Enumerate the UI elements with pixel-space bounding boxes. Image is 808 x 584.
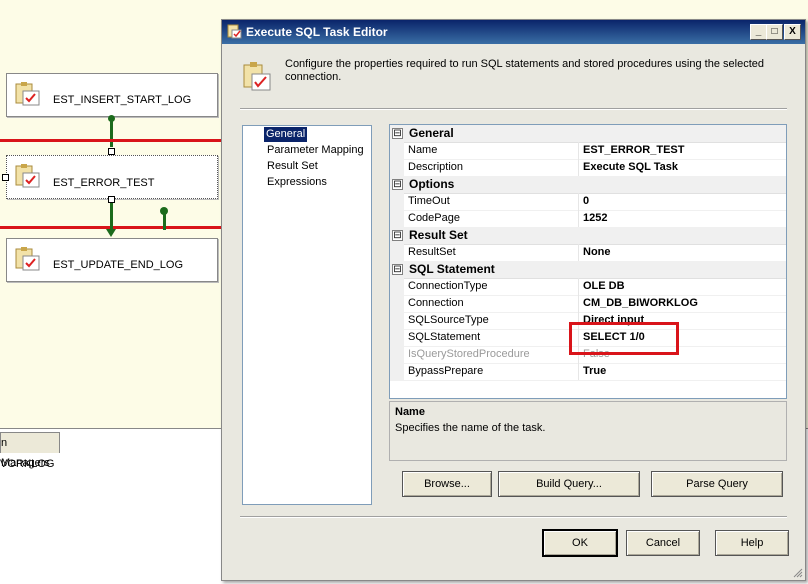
sql-task-icon xyxy=(15,82,40,106)
execute-sql-task-editor-dialog: Execute SQL Task Editor _ □ X Configure … xyxy=(221,19,806,581)
task-est-insert-start-log[interactable]: EST_INSERT_START_LOG xyxy=(6,73,218,117)
collapse-icon[interactable]: ⊟ xyxy=(392,128,403,139)
dialog-description: Configure the properties required to run… xyxy=(285,58,764,83)
highlight-box-task xyxy=(0,139,226,229)
property-value[interactable]: 0 xyxy=(583,194,589,209)
category-options[interactable]: ⊟ Options xyxy=(390,176,786,194)
property-name: Connection xyxy=(408,297,464,309)
dialog-titlebar[interactable]: Execute SQL Task Editor _ □ X xyxy=(222,20,805,44)
category-general[interactable]: ⊟ General xyxy=(390,125,786,143)
property-value[interactable]: CM_DB_BIWORKLOG xyxy=(583,296,698,311)
precedence-constraint[interactable] xyxy=(110,203,113,230)
property-grid: ⊟ General Name EST_ERROR_TEST Descriptio… xyxy=(389,124,787,399)
cancel-button[interactable]: Cancel xyxy=(626,530,700,556)
separator xyxy=(240,108,787,110)
property-name: Name xyxy=(408,144,438,156)
help-text: Specifies the name of the task. xyxy=(395,422,546,434)
property-value[interactable]: Execute SQL Task xyxy=(583,160,678,175)
category-label: Result Set xyxy=(409,228,468,242)
property-row-description[interactable]: Description Execute SQL Task xyxy=(390,159,786,177)
dialog-title: Execute SQL Task Editor xyxy=(246,25,388,39)
property-value[interactable]: None xyxy=(583,245,611,260)
property-row-name[interactable]: Name EST_ERROR_TEST xyxy=(390,142,786,160)
collapse-icon[interactable]: ⊟ xyxy=(392,264,403,275)
page-navigation-list: General Parameter Mapping Result Set Exp… xyxy=(242,125,372,505)
property-name: TimeOut xyxy=(408,195,450,207)
property-row-bypassprepare[interactable]: BypassPrepare True xyxy=(390,363,786,381)
property-row-resultset[interactable]: ResultSet None xyxy=(390,244,786,262)
sql-task-icon xyxy=(243,62,271,91)
tab-connection-managers[interactable]: n Managers xyxy=(0,432,60,469)
nav-item-result-set[interactable]: Result Set xyxy=(265,159,320,174)
category-label: Options xyxy=(409,177,455,191)
nav-item-general[interactable]: General xyxy=(264,127,308,142)
property-row-connectiontype[interactable]: ConnectionType OLE DB xyxy=(390,278,786,296)
close-button[interactable]: X xyxy=(784,24,801,40)
constraint-arrow xyxy=(106,229,116,237)
nav-item-expressions[interactable]: Expressions xyxy=(265,175,329,190)
nav-item-parameter-mapping[interactable]: Parameter Mapping xyxy=(265,143,366,158)
task-est-update-end-log[interactable]: EST_UPDATE_END_LOG xyxy=(6,238,218,282)
build-query-button[interactable]: Build Query... xyxy=(498,471,640,497)
highlight-box-sqlstatement xyxy=(569,322,679,355)
browse-button[interactable]: Browse... xyxy=(402,471,492,497)
separator xyxy=(240,516,787,518)
task-label: EST_INSERT_START_LOG xyxy=(53,94,192,106)
property-name: SQLStatement xyxy=(408,331,481,343)
property-name: BypassPrepare xyxy=(408,365,484,377)
maximize-button[interactable]: □ xyxy=(766,24,783,40)
property-value[interactable]: 1252 xyxy=(583,211,607,226)
property-row-timeout[interactable]: TimeOut 0 xyxy=(390,193,786,211)
parse-query-button[interactable]: Parse Query xyxy=(651,471,783,497)
collapse-icon[interactable]: ⊟ xyxy=(392,179,403,190)
property-row-connection[interactable]: Connection CM_DB_BIWORKLOG xyxy=(390,295,786,313)
category-label: General xyxy=(409,126,454,140)
ok-button[interactable]: OK xyxy=(542,529,618,557)
constraint-grip xyxy=(160,207,168,215)
resize-grip-icon[interactable] xyxy=(793,568,803,578)
property-name: CodePage xyxy=(408,212,460,224)
property-value[interactable]: True xyxy=(583,364,606,379)
property-name: ResultSet xyxy=(408,246,456,258)
property-name: SQLSourceType xyxy=(408,314,489,326)
task-label: EST_UPDATE_END_LOG xyxy=(53,259,184,271)
property-value[interactable]: OLE DB xyxy=(583,279,625,294)
sql-task-icon xyxy=(227,24,242,39)
property-name: ConnectionType xyxy=(408,280,488,292)
category-label: SQL Statement xyxy=(409,262,495,276)
connection-manager-item[interactable]: VORKLOG xyxy=(0,458,54,470)
help-button[interactable]: Help xyxy=(715,530,789,556)
help-title: Name xyxy=(395,406,425,418)
property-value[interactable]: EST_ERROR_TEST xyxy=(583,143,684,158)
collapse-icon[interactable]: ⊟ xyxy=(392,230,403,241)
constraint-start-dot xyxy=(108,115,115,122)
property-name: Description xyxy=(408,161,464,173)
property-name: IsQueryStoredProcedure xyxy=(408,348,530,360)
category-sql-statement[interactable]: ⊟ SQL Statement xyxy=(390,261,786,279)
category-result-set[interactable]: ⊟ Result Set xyxy=(390,227,786,245)
minimize-button[interactable]: _ xyxy=(750,24,767,40)
property-row-codepage[interactable]: CodePage 1252 xyxy=(390,210,786,228)
sql-task-icon xyxy=(15,247,40,271)
property-help-panel: Name Specifies the name of the task. xyxy=(389,401,787,461)
